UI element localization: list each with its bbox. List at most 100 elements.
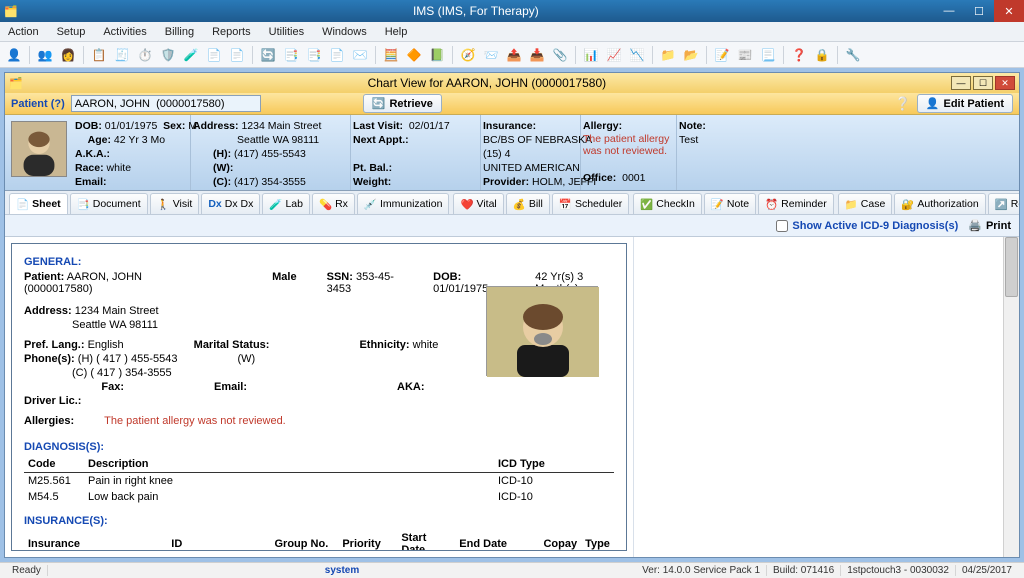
menu-setup[interactable]: Setup (55, 24, 88, 40)
section-diagnosis: DIAGNOSIS(S): (24, 441, 614, 453)
edit-patient-button[interactable]: 👤 Edit Patient (917, 94, 1013, 113)
main-toolbar: 👤 👥 👩 📋 🧾 ⏱️ 🛡️ 🧪 📄 📄 🔄 📑 📑 📄 ✉️ 🧮 🔶 📗 🧭… (0, 42, 1024, 68)
toolbar-icon[interactable]: 📗 (427, 45, 447, 65)
chart-sheet: GENERAL: Patient: AARON, JOHN (000001758… (11, 243, 627, 551)
chart-tabs: 📄Sheet 📑Document 🚶Visit DxDx Dx 🧪Lab 💊Rx… (5, 191, 1019, 215)
insurance-table: Insurance ID Group No. Priority Start Da… (24, 530, 614, 551)
side-panel (633, 237, 1003, 557)
tab-rx[interactable]: 💊Rx (312, 193, 355, 214)
toolbar-icon[interactable]: ✉️ (350, 45, 370, 65)
patient-summary: DOB: 01/01/1975 Sex: M Age: 42 Yr 3 Mo A… (5, 115, 1019, 191)
toolbar-icon[interactable]: 🧭 (458, 45, 478, 65)
tab-immunization[interactable]: 💉Immunization (357, 193, 450, 214)
menu-reports[interactable]: Reports (210, 24, 253, 40)
toolbar-icon[interactable]: 👥 (35, 45, 55, 65)
toolbar-icon[interactable]: 📝 (712, 45, 732, 65)
subwin-maximize-button[interactable]: ☐ (973, 76, 993, 90)
status-bar: Ready system Ver: 14.0.0 Service Pack 1 … (0, 562, 1024, 578)
toolbar-icon[interactable]: 📃 (758, 45, 778, 65)
patient-photo (11, 121, 67, 177)
menu-help[interactable]: Help (383, 24, 410, 40)
section-general: GENERAL: (24, 256, 614, 268)
toolbar-icon[interactable]: 👩 (58, 45, 78, 65)
toolbar-icon[interactable]: 📄 (327, 45, 347, 65)
toolbar-icon[interactable]: ❓ (789, 45, 809, 65)
tab-reminder[interactable]: ⏰Reminder (758, 193, 834, 214)
toolbar-icon[interactable]: 📂 (681, 45, 701, 65)
toolbar-icon[interactable]: 📤 (504, 45, 524, 65)
toolbar-icon[interactable]: 📰 (735, 45, 755, 65)
table-row: M54.5Low back painICD-10 (24, 489, 614, 505)
retrieve-button[interactable]: 🔄 Retrieve (363, 94, 442, 113)
tab-scheduler[interactable]: 📅Scheduler (552, 193, 629, 214)
status-version: Ver: 14.0.0 Service Pack 1 (636, 565, 767, 576)
menu-windows[interactable]: Windows (320, 24, 369, 40)
subwindow-icon: 🗂️ (9, 77, 23, 90)
tab-authorization[interactable]: 🔐Authorization (894, 193, 985, 214)
toolbar-icon[interactable]: 📑 (304, 45, 324, 65)
table-row: M25.561Pain in right kneeICD-10 (24, 473, 614, 490)
status-host: 1stpctouch3 - 0030032 (841, 565, 956, 576)
menu-action[interactable]: Action (6, 24, 41, 40)
toolbar-icon[interactable]: 🧮 (381, 45, 401, 65)
toolbar-icon[interactable]: 🛡️ (158, 45, 178, 65)
print-button[interactable]: 🖨️ Print (968, 219, 1011, 232)
close-button[interactable]: ✕ (994, 0, 1024, 22)
tab-vital[interactable]: ❤️Vital (453, 193, 503, 214)
toolbar-icon[interactable]: 📎 (550, 45, 570, 65)
status-date: 04/25/2017 (956, 565, 1018, 576)
toolbar-icon[interactable]: 🔄 (258, 45, 278, 65)
scrollbar[interactable] (1003, 237, 1019, 557)
toolbar-icon[interactable]: ⏱️ (135, 45, 155, 65)
status-system: system (48, 565, 636, 576)
menu-bar: Action Setup Activities Billing Reports … (0, 22, 1024, 42)
toolbar-icon[interactable]: 📉 (627, 45, 647, 65)
menu-utilities[interactable]: Utilities (267, 24, 306, 40)
toolbar-icon[interactable]: 📨 (481, 45, 501, 65)
app-title: IMS (IMS, For Therapy) (18, 4, 934, 18)
tab-lab[interactable]: 🧪Lab (262, 193, 310, 214)
toolbar-icon[interactable]: 👤 (4, 45, 24, 65)
tab-note[interactable]: 📝Note (704, 193, 756, 214)
section-insurance: INSURANCE(S): (24, 515, 614, 527)
toolbar-icon[interactable]: 📑 (281, 45, 301, 65)
toolbar-icon[interactable]: 📋 (89, 45, 109, 65)
app-icon: 🗂️ (4, 5, 18, 18)
tab-checkin[interactable]: ✅CheckIn (633, 193, 702, 214)
diagnosis-table: CodeDescriptionICD Type M25.561Pain in r… (24, 456, 614, 505)
subwin-minimize-button[interactable]: — (951, 76, 971, 90)
patient-label: Patient (?) (11, 98, 65, 110)
minimize-button[interactable]: — (934, 0, 964, 22)
menu-billing[interactable]: Billing (163, 24, 196, 40)
show-active-icd9-checkbox[interactable]: Show Active ICD-9 Diagnosis(s) (776, 220, 958, 232)
toolbar-icon[interactable]: 🔧 (843, 45, 863, 65)
toolbar-icon[interactable]: 🧾 (112, 45, 132, 65)
maximize-button[interactable]: ☐ (964, 0, 994, 22)
patient-photo-large (486, 286, 598, 376)
toolbar-icon[interactable]: 🧪 (181, 45, 201, 65)
toolbar-icon[interactable]: 📊 (581, 45, 601, 65)
app-titlebar: 🗂️ IMS (IMS, For Therapy) — ☐ ✕ (0, 0, 1024, 22)
toolbar-icon[interactable]: 📄 (204, 45, 224, 65)
toolbar-icon[interactable]: 📁 (658, 45, 678, 65)
menu-activities[interactable]: Activities (101, 24, 148, 40)
subwindow-title: Chart View for AARON, JOHN (0000017580) (23, 76, 951, 90)
toolbar-icon[interactable]: 🔒 (812, 45, 832, 65)
tab-referral[interactable]: ↗️Referral (988, 193, 1019, 214)
subwin-close-button[interactable]: ✕ (995, 76, 1015, 90)
tab-sheet[interactable]: 📄Sheet (9, 193, 68, 214)
status-ready: Ready (6, 565, 48, 576)
status-build: Build: 071416 (767, 565, 841, 576)
tab-document[interactable]: 📑Document (70, 193, 148, 214)
toolbar-icon[interactable]: 📄 (227, 45, 247, 65)
tab-visit[interactable]: 🚶Visit (150, 193, 200, 214)
tab-case[interactable]: 📁Case (838, 193, 893, 214)
toolbar-icon[interactable]: 📥 (527, 45, 547, 65)
chart-view-window: 🗂️ Chart View for AARON, JOHN (000001758… (4, 72, 1020, 558)
toolbar-icon[interactable]: 🔶 (404, 45, 424, 65)
help-icon[interactable]: ❔ (895, 96, 911, 112)
tab-dx[interactable]: DxDx Dx (201, 193, 260, 214)
tab-bill[interactable]: 💰Bill (506, 193, 550, 214)
toolbar-icon[interactable]: 📈 (604, 45, 624, 65)
patient-input[interactable] (71, 95, 261, 112)
